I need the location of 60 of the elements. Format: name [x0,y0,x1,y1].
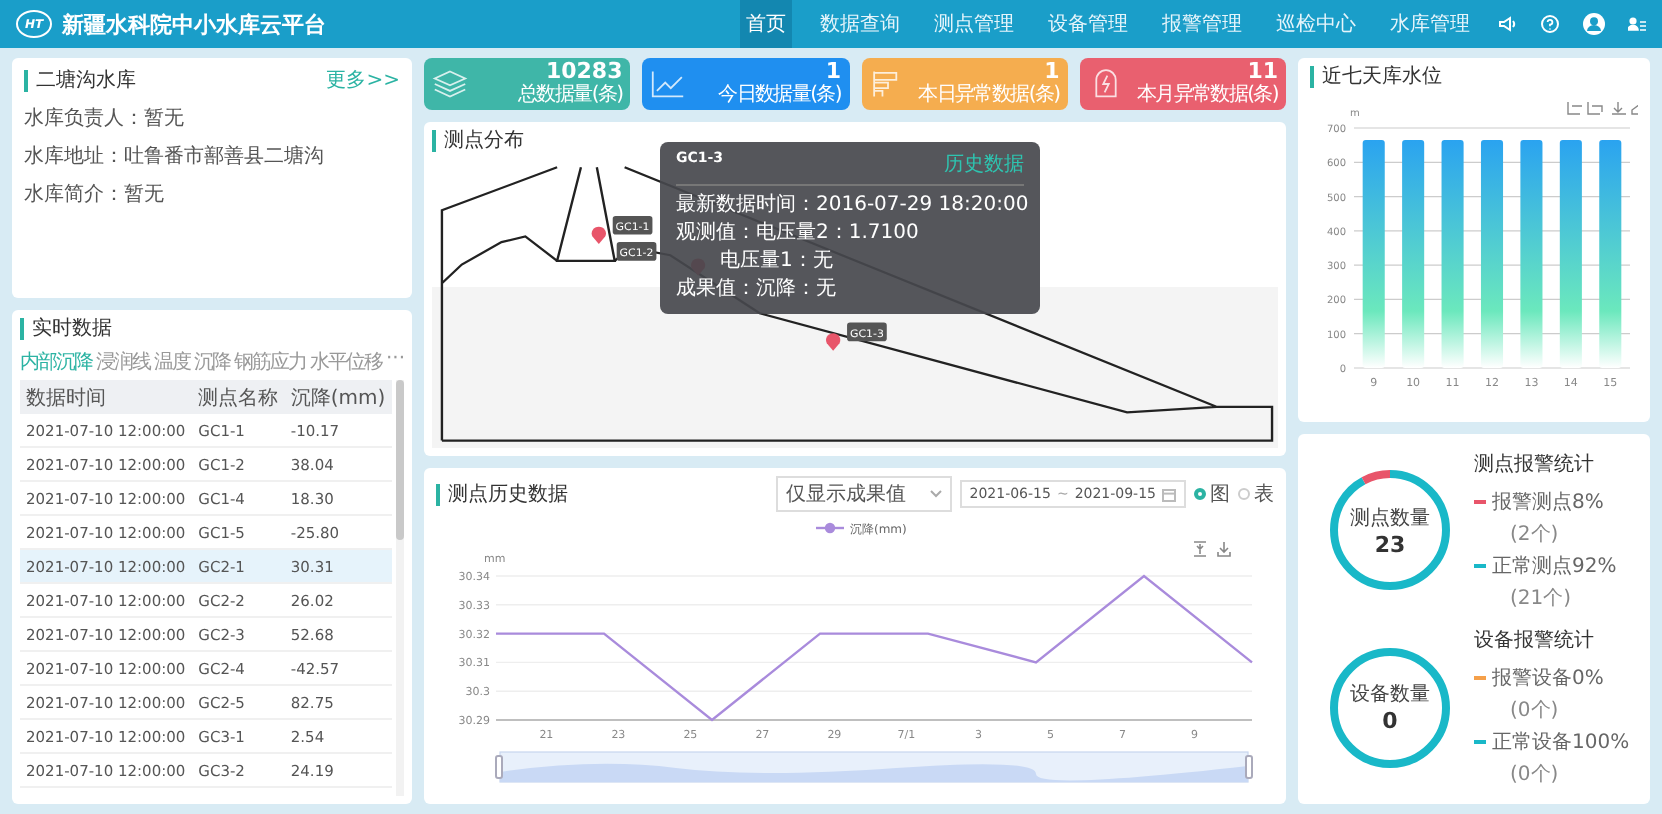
column-header: 沉降(mm) [284,380,392,414]
stat-label: 总数据量(条) [518,84,623,108]
stat-label: 本日异常数据(条) [918,84,1060,108]
user-menu-icon[interactable] [1628,16,1646,32]
card-title: 测点分布 [432,130,524,152]
location-pin-icon[interactable] [826,333,841,351]
scrollbar[interactable] [396,380,404,796]
stat-label: 本月异常数据(条) [1136,84,1278,108]
restore-icon[interactable] [1194,542,1206,556]
legend-count: (2个) [1508,521,1559,548]
chevron-down-icon [929,490,942,498]
filter-dropdown[interactable]: 仅显示成果值 [775,476,952,512]
ring-count: 23 [1374,531,1406,558]
help-icon[interactable] [1540,14,1560,34]
data-zoom-slider[interactable] [495,751,1253,783]
column-header: 测点名称 [192,380,285,414]
card-title: 实时数据 [20,318,112,340]
column-header: 数据时间 [20,380,193,414]
info-line: 水库简介：暂无 [24,181,166,208]
legend-count: (0个) [1508,762,1559,789]
legend-label: 正常设备100% [1492,729,1630,757]
radio-dot[interactable] [1238,488,1250,500]
stat-value: 11 [1247,60,1278,84]
scrollbar-thumb[interactable] [396,380,404,540]
download-icon[interactable] [1218,542,1230,556]
stat-label: 今日数据量(条) [718,84,841,108]
view-radio[interactable]: 图 [1194,480,1230,508]
view-radio[interactable]: 表 [1238,480,1274,508]
legend-label: 报警测点8% [1492,489,1604,516]
layers-icon [432,68,468,100]
app-title: 新疆水科院中小水库云平台 [62,9,326,39]
stat-value: 1 [1044,60,1060,84]
legend-count: (21个) [1508,585,1572,612]
calendar-icon [1162,487,1176,501]
tooltip-line: 最新数据时间：2016-07-29 18:20:00 [676,192,1024,218]
tooltip-line: 成果值：沉降：无 [676,276,838,302]
stat-value: 10283 [545,60,623,84]
legend-label: 正常测点92% [1492,553,1617,580]
radio-dot[interactable] [1194,488,1206,500]
info-line: 水库负责人：暂无 [24,105,186,132]
avatar-icon[interactable] [1582,12,1606,36]
stat-value: 1 [825,60,841,84]
card-title: 测点历史数据 [436,483,568,505]
card-title: 近七天库水位 [1310,66,1442,88]
legend-title: 测点报警统计 [1474,451,1594,478]
legend-title: 设备报警统计 [1474,627,1594,655]
ring-count: 0 [1382,708,1398,735]
ring-label: 设备数量 [1350,682,1430,709]
nav-tab[interactable]: 首页 [740,0,792,48]
info-line: 水库地址：吐鲁番市鄯善县二塘沟 [24,143,326,170]
tooltip-line: 电压量1：无 [718,248,835,274]
legend-count: (0个) [1508,698,1559,725]
tooltip-line: 观测值：电压量2：1.7100 [676,220,921,246]
legend-label: 报警设备0% [1492,665,1604,693]
history-link[interactable]: 历史数据 [944,150,1024,178]
line-chart-icon [650,68,687,100]
chart-toolbox-drawing[interactable] [1568,102,1638,114]
speaker-icon[interactable] [1498,14,1518,34]
ring-label: 测点数量 [1350,505,1430,532]
card-title: 二塘沟水库 [24,69,136,91]
